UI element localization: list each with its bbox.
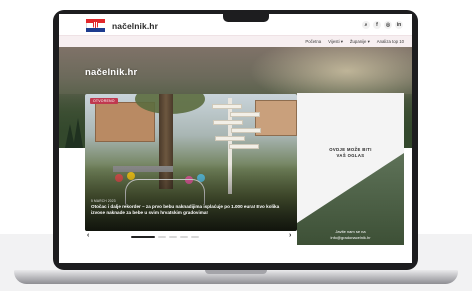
- ad-heading-line2: VAŠ OGLAS: [336, 153, 365, 158]
- slide-photo-building: [255, 100, 297, 136]
- linkedin-icon[interactable]: in: [395, 21, 403, 29]
- ad-heading-line1: OVDJE MOŽE BITI: [329, 147, 372, 152]
- slider-next-arrow-icon[interactable]: ›: [289, 232, 291, 239]
- slider-dot[interactable]: [191, 236, 199, 238]
- slider-pagination: [131, 236, 199, 238]
- facebook-icon[interactable]: f: [373, 21, 381, 29]
- slider-dot[interactable]: [180, 236, 188, 238]
- header-icons: ⌕ f ◎ in: [362, 21, 403, 29]
- ad-contact-text: Javite nam se na: [335, 229, 366, 234]
- hero-tree: [73, 118, 83, 148]
- category-badge[interactable]: OTVORENO: [90, 98, 118, 104]
- hero-logo: načelnik.hr: [85, 67, 138, 78]
- laptop-base-lip: [205, 270, 267, 274]
- laptop-mockup-stage: načelnik.hr ⌕ f ◎ in Početna Vijesti ▾ Ž…: [0, 0, 472, 291]
- slide-photo-sign: [229, 144, 259, 149]
- ad-placeholder[interactable]: OVDJE MOŽE BITI VAŠ OGLAS Javite nam se …: [297, 93, 404, 245]
- nav-item-pocetna[interactable]: Početna: [305, 39, 321, 45]
- nav-item-analiza[interactable]: Analiza top 10: [377, 39, 404, 45]
- main-nav: Početna Vijesti ▾ Županije ▾ Analiza top…: [59, 35, 412, 47]
- slide-photo-sign: [215, 136, 245, 141]
- slide-gradient-overlay: [85, 164, 297, 231]
- camera-notch: [223, 11, 269, 22]
- article-date: 5 MARCH 2023: [91, 199, 116, 203]
- nav-item-vijesti[interactable]: Vijesti ▾: [328, 39, 343, 45]
- article-headline[interactable]: Otočac i dalje rekorder – za prvo bebu n…: [91, 204, 291, 216]
- slide-photo-sign: [212, 104, 242, 109]
- laptop-screen: načelnik.hr ⌕ f ◎ in Početna Vijesti ▾ Ž…: [59, 14, 412, 263]
- nav-item-zupanije[interactable]: Županije ▾: [350, 39, 370, 45]
- site-logo[interactable]: načelnik.hr: [112, 21, 158, 31]
- ad-contact-email[interactable]: info@gradonacelnik.hr: [297, 235, 404, 240]
- instagram-icon[interactable]: ◎: [384, 21, 392, 29]
- search-icon[interactable]: ⌕: [362, 21, 370, 29]
- slider-dot[interactable]: [131, 236, 155, 238]
- slide-photo-sign: [231, 128, 261, 133]
- ad-forest-photo: [297, 153, 404, 245]
- slider-prev-arrow-icon[interactable]: ‹: [87, 232, 89, 239]
- featured-slide[interactable]: OTVORENO 5 MARCH 2023 Otočac i dalje rek…: [85, 94, 297, 231]
- slide-photo-sign: [230, 112, 260, 117]
- slider-dot[interactable]: [158, 236, 166, 238]
- croatia-flag-icon: [86, 19, 105, 32]
- slide-photo-sign: [213, 120, 243, 125]
- slider-dot[interactable]: [169, 236, 177, 238]
